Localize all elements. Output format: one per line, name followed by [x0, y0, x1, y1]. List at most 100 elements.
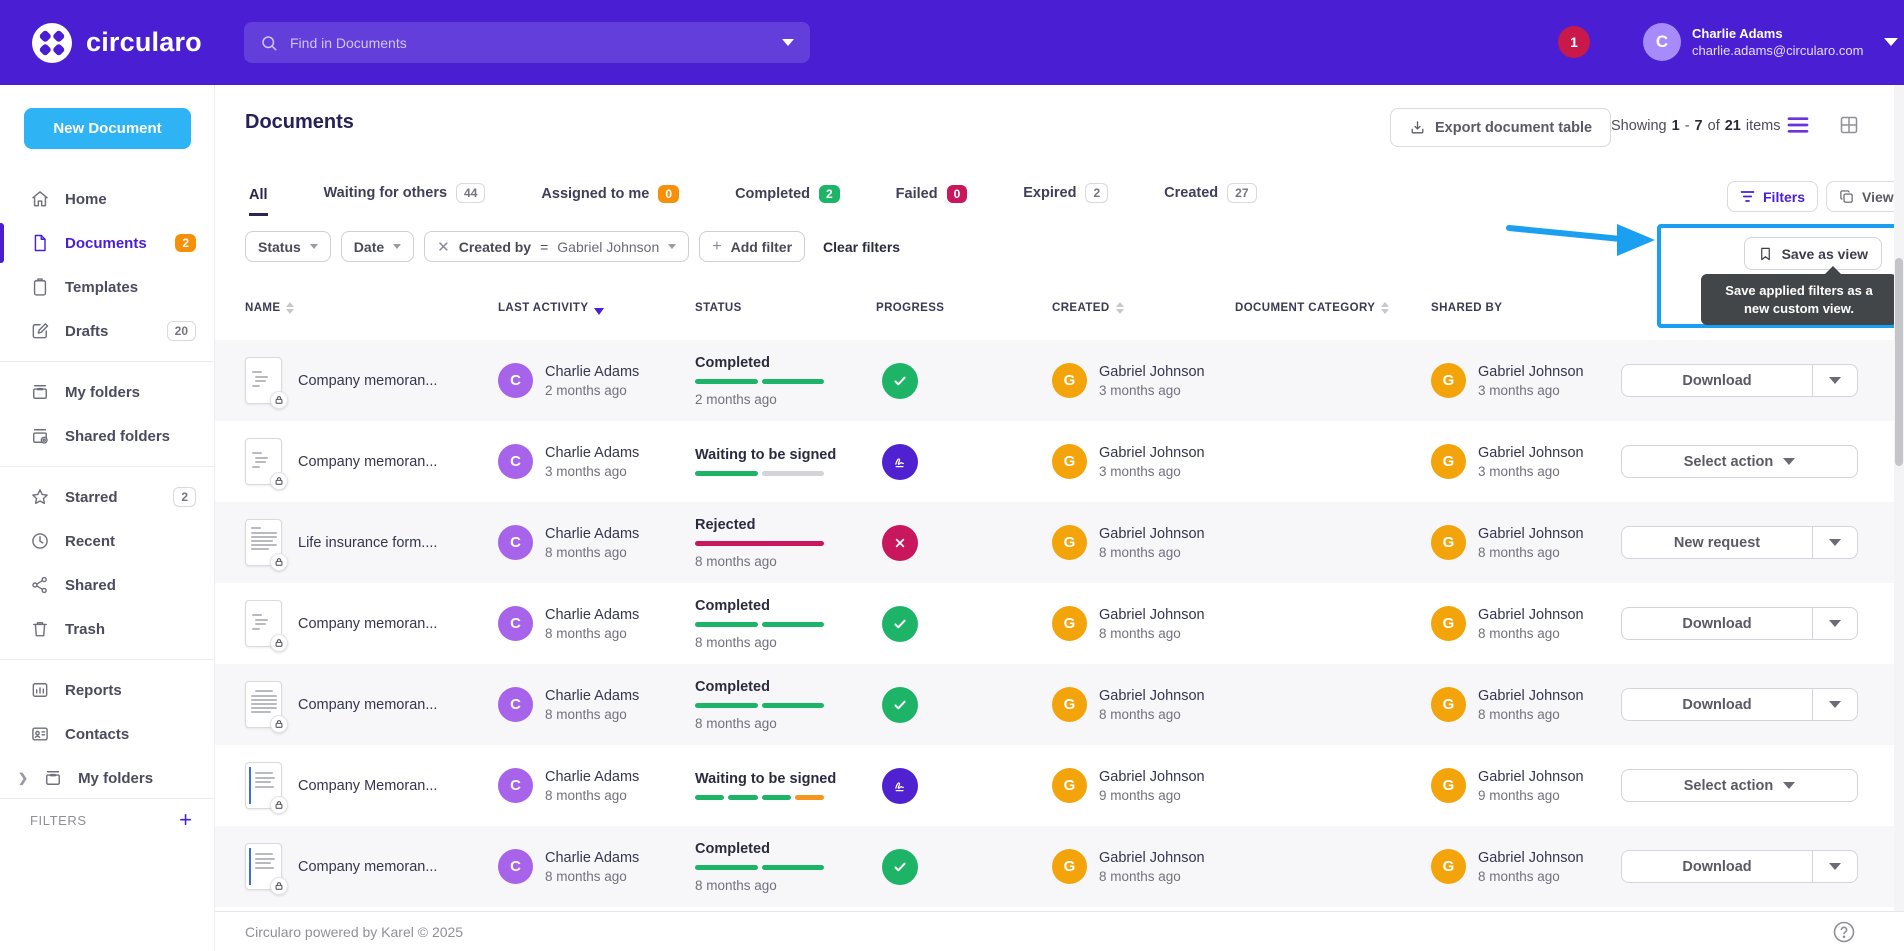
- document-name[interactable]: Company memoran...: [298, 697, 437, 713]
- row-action-dropdown[interactable]: [1812, 689, 1857, 720]
- sidebar-item-my-folders[interactable]: My folders: [0, 370, 214, 414]
- help-button[interactable]: [1832, 920, 1856, 949]
- row-action-dropdown[interactable]: [1812, 527, 1857, 558]
- row-action-label[interactable]: Select action: [1622, 446, 1857, 477]
- sort-icon[interactable]: [1381, 302, 1390, 314]
- sort-icon[interactable]: [286, 302, 295, 314]
- name-cell[interactable]: Company memoran...: [245, 357, 498, 409]
- sort-desc-icon[interactable]: [594, 307, 605, 315]
- sidebar-item-shared-folders[interactable]: Shared folders: [0, 414, 214, 458]
- sort-icon[interactable]: [1115, 302, 1124, 314]
- global-search[interactable]: [244, 22, 810, 63]
- row-action-label[interactable]: New request: [1622, 527, 1812, 558]
- table-row[interactable]: Company memoran... C Charlie Adams 2 mon…: [215, 340, 1894, 421]
- user-menu[interactable]: C Charlie Adams charlie.adams@circularo.…: [1643, 23, 1899, 61]
- row-action-button[interactable]: Download: [1621, 850, 1858, 883]
- row-action-label[interactable]: Download: [1622, 365, 1812, 396]
- chevron-right-icon[interactable]: ❯: [18, 771, 28, 785]
- tab-created[interactable]: Created 27: [1164, 183, 1257, 216]
- sidebar-item-label: Reports: [65, 681, 122, 699]
- row-action-button[interactable]: Select action: [1621, 769, 1858, 802]
- document-name[interactable]: Company memoran...: [298, 859, 437, 875]
- table-row[interactable]: Company memoran... C Charlie Adams 8 mon…: [215, 664, 1894, 745]
- column-header-name[interactable]: NAME: [245, 302, 498, 314]
- row-action-dropdown[interactable]: [1812, 851, 1857, 882]
- column-header-shared-by[interactable]: SHARED BY: [1431, 302, 1621, 314]
- row-action-button[interactable]: Download: [1621, 364, 1858, 397]
- remove-filter-icon[interactable]: ✕: [437, 238, 450, 256]
- sidebar-item-templates[interactable]: Templates: [0, 265, 214, 309]
- table-row[interactable]: Company Memoran... C Charlie Adams 8 mon…: [215, 745, 1894, 826]
- row-action-button[interactable]: Download: [1621, 607, 1858, 640]
- name-cell[interactable]: Company memoran...: [245, 843, 498, 895]
- grid-view-icon[interactable]: [1839, 115, 1859, 135]
- document-name[interactable]: Life insurance form....: [298, 535, 437, 551]
- search-scope-caret-icon[interactable]: [782, 39, 794, 46]
- new-document-button[interactable]: New Document: [24, 108, 191, 149]
- table-row[interactable]: Company memoran... C Charlie Adams 3 mon…: [215, 421, 1894, 502]
- row-action-dropdown[interactable]: [1812, 608, 1857, 639]
- sidebar-item-shared[interactable]: Shared: [0, 563, 214, 607]
- views-button[interactable]: Views: [1826, 181, 1904, 212]
- search-input[interactable]: [290, 34, 782, 51]
- clear-filters-button[interactable]: Clear filters: [823, 239, 900, 255]
- filter-chip-created-by[interactable]: ✕ Created by = Gabriel Johnson: [424, 231, 690, 262]
- person-cell: G Gabriel Johnson 9 months ago: [1052, 768, 1235, 803]
- name-cell[interactable]: Company Memoran...: [245, 762, 498, 814]
- sidebar-item-home[interactable]: Home: [0, 177, 214, 221]
- row-action-label[interactable]: Download: [1622, 689, 1812, 720]
- tab-completed[interactable]: Completed 2: [735, 185, 840, 216]
- table-row[interactable]: Company memoran... C Charlie Adams 8 mon…: [215, 826, 1894, 907]
- list-view-icon[interactable]: [1787, 116, 1809, 134]
- brand[interactable]: circularo: [30, 0, 202, 85]
- table-row[interactable]: Life insurance form.... C Charlie Adams …: [215, 502, 1894, 583]
- row-action-button[interactable]: Select action: [1621, 445, 1858, 478]
- save-as-view-button[interactable]: Save as view: [1743, 237, 1882, 270]
- name-cell[interactable]: Company memoran...: [245, 681, 498, 733]
- user-menu-caret-icon[interactable]: [1884, 38, 1899, 46]
- column-header-last-activity[interactable]: LAST ACTIVITY: [498, 302, 695, 315]
- document-name[interactable]: Company memoran...: [298, 616, 437, 632]
- sidebar-item-trash[interactable]: Trash: [0, 607, 214, 651]
- document-name[interactable]: Company memoran...: [298, 373, 437, 389]
- document-name[interactable]: Company Memoran...: [298, 778, 437, 794]
- row-action-label[interactable]: Download: [1622, 851, 1812, 882]
- notification-badge[interactable]: 1: [1558, 26, 1590, 58]
- document-name[interactable]: Company memoran...: [298, 454, 437, 470]
- tab-count-badge: 0: [946, 185, 968, 203]
- tab-waiting-for-others[interactable]: Waiting for others 44: [324, 183, 486, 216]
- sidebar-item-contacts[interactable]: Contacts: [0, 712, 214, 756]
- filters-button[interactable]: Filters: [1727, 181, 1819, 212]
- tab-all[interactable]: All: [249, 187, 268, 216]
- tab-count-badge: 44: [456, 183, 486, 203]
- row-action-label[interactable]: Select action: [1622, 770, 1857, 801]
- row-action-button[interactable]: Download: [1621, 688, 1858, 721]
- column-header-created[interactable]: CREATED: [1052, 302, 1235, 314]
- name-cell[interactable]: Company memoran...: [245, 600, 498, 652]
- row-action-dropdown[interactable]: [1812, 365, 1857, 396]
- tab-failed[interactable]: Failed 0: [896, 185, 968, 216]
- add-filter-button[interactable]: + Add filter: [699, 231, 806, 262]
- column-header-progress[interactable]: PROGRESS: [876, 302, 1052, 314]
- column-header-document-category[interactable]: DOCUMENT CATEGORY: [1235, 302, 1431, 314]
- row-action-label[interactable]: Download: [1622, 608, 1812, 639]
- table-row[interactable]: Company memoran... C Charlie Adams 8 mon…: [215, 583, 1894, 664]
- sidebar-item-recent[interactable]: Recent: [0, 519, 214, 563]
- person-time: 8 months ago: [1478, 544, 1560, 560]
- name-cell[interactable]: Company memoran...: [245, 438, 498, 490]
- tab-assigned-to-me[interactable]: Assigned to me 0: [541, 185, 680, 216]
- tab-expired[interactable]: Expired 2: [1023, 183, 1109, 216]
- name-cell[interactable]: Life insurance form....: [245, 519, 498, 571]
- row-action-button[interactable]: New request: [1621, 526, 1858, 559]
- scrollbar-thumb[interactable]: [1895, 258, 1903, 466]
- sidebar-item-starred[interactable]: Starred 2: [0, 475, 214, 519]
- add-filter-plus-button[interactable]: +: [179, 809, 192, 831]
- filter-chip-date[interactable]: Date: [340, 231, 415, 262]
- sidebar-item-reports[interactable]: Reports: [0, 668, 214, 712]
- sidebar-item-drafts[interactable]: Drafts 20: [0, 309, 214, 353]
- scrollbar[interactable]: [1894, 85, 1904, 911]
- sidebar-item-documents[interactable]: Documents 2: [0, 221, 214, 265]
- export-document-table-button[interactable]: Export document table: [1390, 108, 1612, 147]
- filter-chip-status[interactable]: Status: [245, 231, 331, 262]
- column-header-status[interactable]: STATUS: [695, 302, 876, 314]
